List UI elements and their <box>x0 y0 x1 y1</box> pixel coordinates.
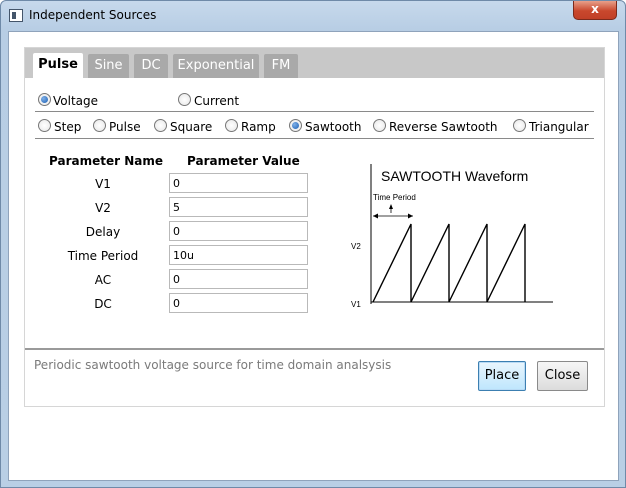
source-panel: Pulse Sine DC Exponential FM Voltage Cur… <box>24 47 605 407</box>
divider <box>35 138 594 139</box>
param-name-v2: V2 <box>95 201 111 215</box>
tab-pulse[interactable]: Pulse <box>33 53 83 78</box>
dialog-window: Independent Sources x Pulse Sine DC Expo… <box>0 0 626 488</box>
title-bar[interactable]: Independent Sources x <box>1 1 625 31</box>
sawtooth-waveform-diagram: SAWTOOTH Waveform Time Period V2 V1 <box>351 164 553 309</box>
app-window-icon <box>9 9 23 22</box>
window-title: Independent Sources <box>29 8 157 22</box>
param-name-v1: V1 <box>95 177 111 191</box>
param-input-v2[interactable] <box>169 197 308 217</box>
triangular-label: Triangular <box>529 120 589 134</box>
sawtooth-radio[interactable] <box>289 119 302 132</box>
param-input-v1[interactable] <box>169 173 308 193</box>
tab-bar: Pulse Sine DC Exponential FM <box>25 48 604 78</box>
voltage-label: Voltage <box>53 94 99 108</box>
pulse-radio[interactable] <box>93 119 106 132</box>
tab-dc[interactable]: DC <box>134 54 168 78</box>
tab-fm[interactable]: FM <box>264 54 298 78</box>
close-button[interactable]: Close <box>537 361 588 391</box>
source-description: Periodic sawtooth voltage source for tim… <box>34 358 392 372</box>
param-name-time-period: Time Period <box>67 249 139 263</box>
param-name-ac: AC <box>94 273 112 287</box>
time-period-arrow <box>373 204 413 219</box>
param-input-dc[interactable] <box>169 293 308 313</box>
current-radio[interactable] <box>178 93 191 106</box>
current-label: Current <box>194 94 240 108</box>
window-close-button[interactable]: x <box>573 1 617 20</box>
parameter-name-header: Parameter Name <box>49 154 163 168</box>
ramp-radio[interactable] <box>225 119 238 132</box>
sawtooth-label: Sawtooth <box>305 120 362 134</box>
param-input-ac[interactable] <box>169 269 308 289</box>
reverse-sawtooth-radio[interactable] <box>373 119 386 132</box>
ramp-label: Ramp <box>241 120 276 134</box>
source-type-group: Voltage Current <box>25 89 604 111</box>
square-label: Square <box>170 120 213 134</box>
close-icon: x <box>591 2 599 16</box>
step-label: Step <box>54 120 82 134</box>
param-input-time-period[interactable] <box>169 245 308 265</box>
param-name-dc: DC <box>94 297 112 311</box>
v2-label: V2 <box>351 242 361 251</box>
v1-label: V1 <box>351 300 361 309</box>
pulse-label: Pulse <box>109 120 141 134</box>
time-period-label: Time Period <box>373 193 416 202</box>
footer-divider <box>25 348 604 350</box>
reverse-sawtooth-label: Reverse Sawtooth <box>389 120 498 134</box>
place-button[interactable]: Place <box>478 361 526 391</box>
param-name-delay: Delay <box>85 225 121 239</box>
sawtooth-wave-line <box>372 223 526 303</box>
voltage-radio[interactable] <box>38 93 51 106</box>
param-input-delay[interactable] <box>169 221 308 241</box>
tab-sine[interactable]: Sine <box>88 54 129 78</box>
step-radio[interactable] <box>38 119 51 132</box>
parameter-value-header: Parameter Value <box>187 154 300 168</box>
divider <box>35 111 594 112</box>
square-radio[interactable] <box>154 119 167 132</box>
waveform-group: Step Pulse Square Ramp Sawtooth Reverse … <box>25 115 604 137</box>
dialog-client-area: Pulse Sine DC Exponential FM Voltage Cur… <box>8 31 619 481</box>
triangular-radio[interactable] <box>513 119 526 132</box>
diagram-title: SAWTOOTH Waveform <box>381 168 528 184</box>
tab-exponential[interactable]: Exponential <box>173 54 259 78</box>
